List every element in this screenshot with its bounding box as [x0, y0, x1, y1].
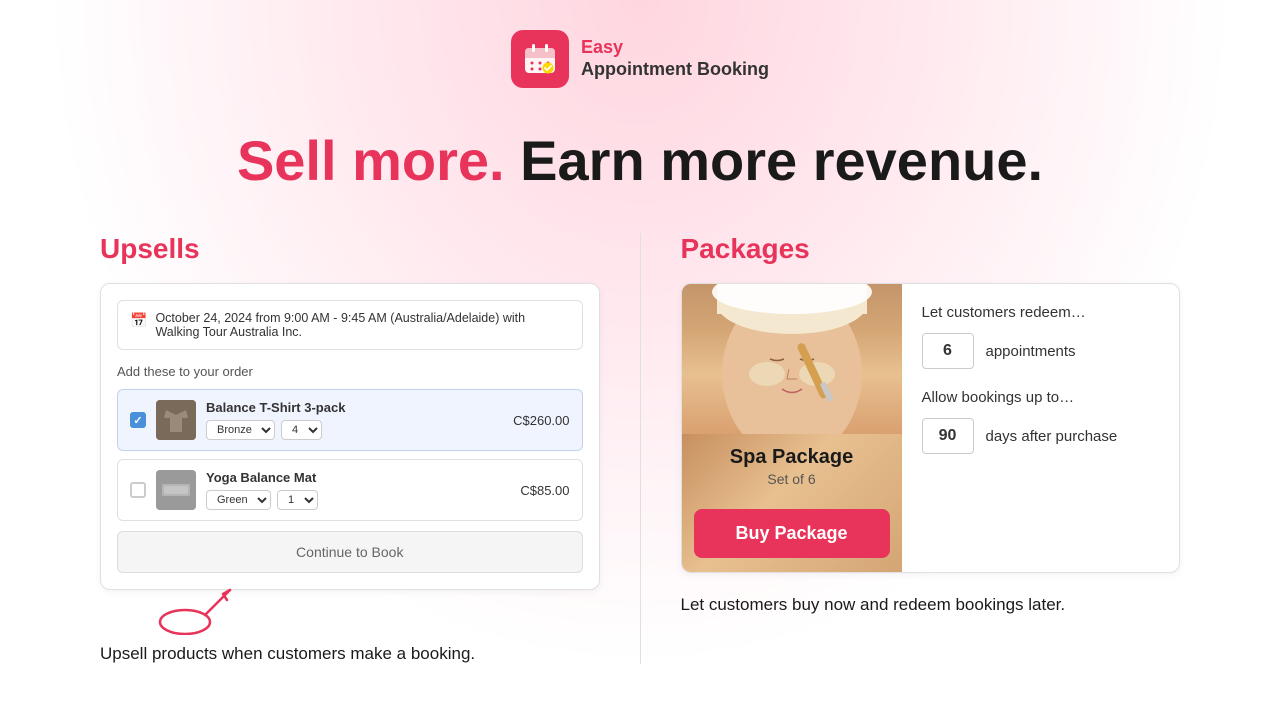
app-logo-icon	[511, 30, 569, 88]
product-row-1: ✓ Balance T-Shirt 3-pack Bronze	[117, 389, 583, 451]
logo-easy: Easy	[581, 37, 769, 59]
arrow-annotation	[100, 585, 600, 640]
product-2-variant2-select[interactable]: 1	[277, 490, 318, 510]
logo-text: Easy Appointment Booking	[581, 37, 769, 80]
appointments-row: 6 appointments	[922, 333, 1160, 369]
upsells-section: Upsells 📅 October 24, 2024 from 9:00 AM …	[40, 233, 641, 664]
check-mark-icon: ✓	[133, 414, 142, 427]
days-label: days after purchase	[986, 428, 1118, 445]
spa-set-text: Set of 6	[730, 471, 853, 487]
allow-bookings-label: Allow bookings up to…	[922, 389, 1160, 406]
upsells-title: Upsells	[100, 233, 600, 265]
packages-title: Packages	[681, 233, 1181, 265]
spa-image-area: Spa Package Set of 6 Buy Package	[682, 284, 902, 572]
packages-card: Spa Package Set of 6 Buy Package Let cus…	[681, 283, 1181, 573]
product-2-thumbnail	[156, 470, 196, 510]
package-info: Let customers redeem… 6 appointments All…	[902, 284, 1180, 572]
continue-to-book-button[interactable]: Continue to Book	[117, 531, 583, 573]
product-row-2: Yoga Balance Mat Green 1 C$85.00	[117, 459, 583, 521]
product-1-variant1-select[interactable]: Bronze	[206, 420, 275, 440]
product-1-name: Balance T-Shirt 3-pack	[206, 400, 503, 415]
product-2-variant1-select[interactable]: Green	[206, 490, 271, 510]
hero-pink-text: Sell more.	[237, 129, 505, 192]
booking-info: 📅 October 24, 2024 from 9:00 AM - 9:45 A…	[117, 300, 583, 350]
packages-section: Packages	[641, 233, 1241, 664]
add-order-label: Add these to your order	[117, 364, 583, 379]
product-1-variants: Bronze 4	[206, 420, 503, 440]
appointments-count[interactable]: 6	[922, 333, 974, 369]
hero-dark-text: Earn more revenue.	[505, 129, 1043, 192]
hero-heading: Sell more. Earn more revenue.	[237, 128, 1043, 193]
header: Easy Appointment Booking	[511, 30, 769, 88]
redeem-label: Let customers redeem…	[922, 304, 1160, 321]
product-2-name: Yoga Balance Mat	[206, 470, 510, 485]
calendar-icon: 📅	[130, 312, 147, 329]
product-1-thumbnail	[156, 400, 196, 440]
buy-package-button[interactable]: Buy Package	[694, 509, 890, 558]
days-row: 90 days after purchase	[922, 418, 1160, 454]
main-columns: Upsells 📅 October 24, 2024 from 9:00 AM …	[40, 233, 1240, 664]
booking-date-text: October 24, 2024 from 9:00 AM - 9:45 AM …	[155, 311, 569, 339]
upsell-card: 📅 October 24, 2024 from 9:00 AM - 9:45 A…	[100, 283, 600, 590]
product-1-price: C$260.00	[513, 413, 569, 428]
spa-package-name: Spa Package	[730, 446, 853, 469]
days-count[interactable]: 90	[922, 418, 974, 454]
product-2-details: Yoga Balance Mat Green 1	[206, 470, 510, 510]
appointments-label: appointments	[986, 343, 1076, 360]
product-1-details: Balance T-Shirt 3-pack Bronze 4	[206, 400, 503, 440]
product-2-checkbox[interactable]	[130, 482, 146, 498]
product-2-price: C$85.00	[520, 483, 569, 498]
product-2-variants: Green 1	[206, 490, 510, 510]
product-1-variant2-select[interactable]: 4	[281, 420, 322, 440]
spa-text: Spa Package Set of 6	[718, 434, 865, 499]
product-1-checkbox[interactable]: ✓	[130, 412, 146, 428]
packages-description: Let customers buy now and redeem booking…	[681, 595, 1181, 615]
logo-appointment: Appointment Booking	[581, 59, 769, 81]
upsell-description: Upsell products when customers make a bo…	[100, 644, 600, 664]
